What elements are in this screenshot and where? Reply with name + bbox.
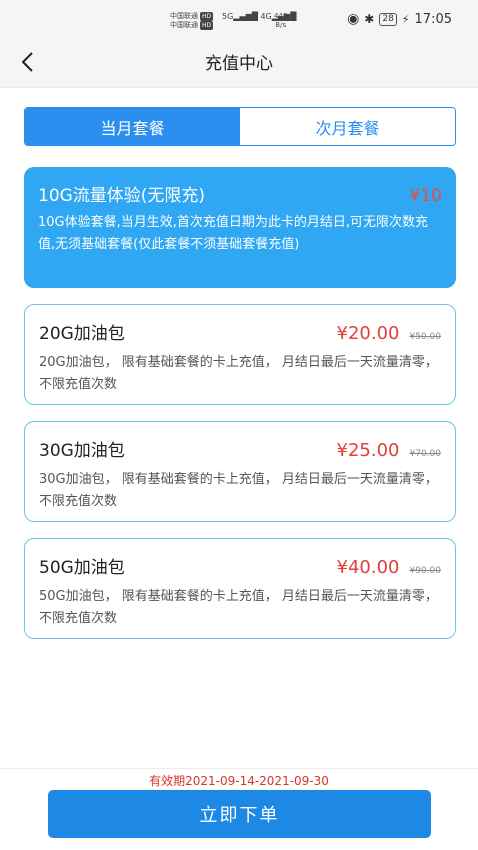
package-price: ¥20.00 — [336, 323, 400, 344]
package-card-20g[interactable]: 20G加油包 ¥20.00 ¥50.00 20G加油包， 限有基础套餐的卡上充值… — [24, 304, 456, 405]
package-name: 20G加油包 — [39, 324, 125, 344]
package-original-price: ¥90.00 — [409, 566, 442, 576]
status-bar: 中国联通 HD 中国联通 HD 5G▂▄▆█ 4G▂▄▆█ 446 B/s ◉ ✱ … — [0, 0, 478, 36]
battery-icon: 28 — [379, 12, 397, 26]
charging-icon: ⚡ — [401, 12, 410, 26]
header: 充值中心 — [0, 36, 478, 88]
package-name: 30G加油包 — [39, 441, 125, 461]
bluetooth-icon: ✱ — [364, 12, 375, 26]
order-button[interactable]: 立即下单 — [48, 790, 431, 838]
tab-bar: 当月套餐 次月套餐 — [24, 107, 456, 146]
status-time: 17:05 — [414, 11, 452, 27]
package-card-30g[interactable]: 30G加油包 ¥25.00 ¥70.00 30G加油包， 限有基础套餐的卡上充值… — [24, 421, 456, 522]
eye-icon: ◉ — [347, 11, 360, 27]
status-right: ◉ ✱ 28 ⚡ 17:05 — [347, 11, 452, 27]
package-price: ¥10 — [409, 186, 442, 206]
validity-period: 有效期2021-09-14-2021-09-30 — [149, 774, 329, 788]
net-speed: 446 B/s — [274, 12, 288, 29]
package-original-price: ¥50.00 — [409, 332, 442, 342]
package-name: 50G加油包 — [39, 558, 125, 578]
carrier-info: 中国联通 HD 中国联通 HD — [170, 12, 214, 30]
package-card-10g[interactable]: 10G流量体验(无限充) ¥10 10G体验套餐,当月生效,首次充值日期为此卡的… — [24, 167, 456, 288]
package-description: 50G加油包， 限有基础套餐的卡上充值， 月结日最后一天流量清零， 不限充值次数 — [39, 589, 438, 626]
package-description: 10G体验套餐,当月生效,首次充值日期为此卡的月结日,可无限次数充值,无须基础套… — [38, 215, 429, 252]
package-description: 30G加油包， 限有基础套餐的卡上充值， 月结日最后一天流量清零， 不限充值次数 — [39, 472, 438, 509]
tab-next-month[interactable]: 次月套餐 — [240, 108, 455, 145]
package-card-50g[interactable]: 50G加油包 ¥40.00 ¥90.00 50G加油包， 限有基础套餐的卡上充值… — [24, 538, 456, 639]
package-name: 10G流量体验(无限充) — [38, 186, 206, 206]
package-original-price: ¥70.00 — [409, 449, 442, 459]
package-price: ¥25.00 — [336, 440, 400, 461]
back-arrow-icon[interactable] — [18, 50, 38, 74]
tab-current-month[interactable]: 当月套餐 — [25, 108, 240, 145]
bottom-divider — [0, 768, 478, 769]
page-title: 充值中心 — [205, 54, 273, 74]
package-price: ¥40.00 — [336, 557, 400, 578]
package-description: 20G加油包， 限有基础套餐的卡上充值， 月结日最后一天流量清零， 不限充值次数 — [39, 355, 438, 392]
